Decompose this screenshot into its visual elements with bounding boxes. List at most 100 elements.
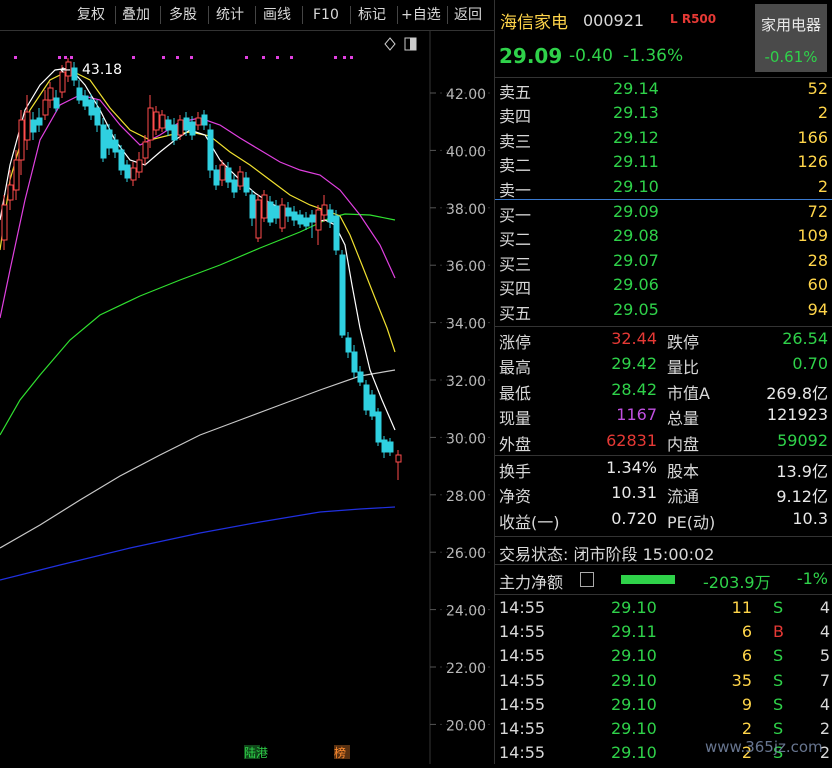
- stats2-value: 0.720: [611, 508, 657, 528]
- candle-down: [303, 217, 310, 227]
- trade-time: 14:55: [499, 694, 546, 714]
- trade-price: 29.10: [611, 670, 657, 690]
- stats1-value: 121923: [766, 405, 828, 425]
- signal-dot: [245, 56, 248, 59]
- signal-dot: [64, 56, 67, 59]
- sell-row[interactable]: 卖五 29.14 52: [495, 79, 832, 103]
- sell-row[interactable]: 卖一 29.10 2: [495, 177, 832, 201]
- sell-price: 29.14: [613, 79, 659, 98]
- candle-down: [71, 67, 78, 81]
- stats1-label: 涨停: [499, 333, 532, 352]
- divider: [495, 536, 832, 537]
- multi-stock-button[interactable]: 多股: [169, 5, 197, 25]
- toolbar-divider: [160, 6, 161, 24]
- trade-count: 7: [819, 670, 830, 690]
- stats1-value: 28.42: [611, 379, 657, 399]
- draw-line-button[interactable]: 画线: [263, 5, 291, 25]
- add-watchlist-button[interactable]: +自选: [401, 5, 441, 25]
- trade-count: 4: [819, 598, 830, 617]
- back-button[interactable]: 返回: [454, 5, 482, 25]
- divider: [495, 326, 832, 327]
- candle-down: [225, 167, 232, 183]
- candle-down: [189, 121, 196, 136]
- buy-price: 29.07: [613, 250, 659, 270]
- diamond-icon[interactable]: [384, 37, 396, 51]
- candle-down: [381, 439, 388, 453]
- fuquan-button[interactable]: 复权: [77, 5, 105, 25]
- high-arrow: ←: [60, 63, 71, 78]
- candle-down: [112, 139, 119, 153]
- trade-price: 29.10: [611, 598, 657, 617]
- buy-label: 买五: [499, 303, 532, 323]
- candle-up: [13, 159, 20, 191]
- divider: [495, 594, 832, 595]
- quote-panel: 海信家电 000921 L R500 29.09 -0.40 -1.36% 家用…: [495, 0, 832, 764]
- trade-qty: 2: [741, 719, 752, 738]
- candle-down: [309, 214, 316, 223]
- panel-toggle-icon[interactable]: [404, 37, 417, 51]
- stats2-value: 1.34%: [606, 458, 657, 477]
- main-flow-label: 主力净额: [499, 573, 564, 592]
- trade-price: 29.10: [611, 743, 657, 763]
- sector-box[interactable]: 家用电器 -0.61%: [755, 4, 827, 72]
- last-price: 29.09: [499, 44, 563, 68]
- stats1-row: 最高 29.42 量比 0.70: [495, 354, 832, 378]
- signal-dot: [190, 56, 193, 59]
- trade-qty: 11: [731, 598, 752, 617]
- toolbar-divider: [447, 6, 448, 24]
- candle-down: [94, 107, 101, 126]
- sell-row[interactable]: 卖二 29.11 126: [495, 152, 832, 176]
- trade-status: 交易状态: 闭市阶段 15:00:02: [495, 541, 832, 565]
- signal-dot: [162, 56, 165, 59]
- candle-down: [231, 179, 238, 193]
- sell-label: 卖一: [499, 180, 532, 200]
- candle-down: [243, 177, 250, 193]
- toolbar-divider: [350, 6, 351, 24]
- buy-row[interactable]: 买四 29.06 60: [495, 275, 832, 299]
- candle-down: [267, 201, 274, 223]
- candle-down: [339, 254, 346, 336]
- stats1-label: 现量: [499, 409, 532, 429]
- signal-dot: [334, 56, 337, 59]
- signal-dot: [262, 56, 265, 59]
- sell-row[interactable]: 卖三 29.12 166: [495, 128, 832, 152]
- sell-volume: 2: [817, 176, 828, 196]
- candle-down: [351, 351, 358, 373]
- mark-button[interactable]: 标记: [358, 5, 386, 25]
- statistics-button[interactable]: 统计: [216, 5, 244, 25]
- f10-button[interactable]: F10: [313, 5, 339, 25]
- candle-down: [106, 129, 113, 149]
- sell-label: 卖二: [499, 156, 532, 176]
- signal-dot: [70, 56, 73, 59]
- y-tick-label: 20.00: [446, 718, 486, 734]
- candle-down: [36, 117, 43, 126]
- main-flow-pct: -1%: [796, 569, 828, 588]
- stock-name[interactable]: 海信家电: [500, 8, 568, 33]
- trade-time: 14:55: [499, 646, 546, 666]
- trade-count: 2: [819, 719, 830, 738]
- sell-label: 卖五: [499, 83, 532, 102]
- buy-row[interactable]: 买二 29.08 109: [495, 226, 832, 250]
- sell-volume: 166: [797, 127, 828, 147]
- signal-dot: [14, 56, 17, 59]
- trade-side: S: [773, 670, 784, 690]
- y-tick-label: 34.00: [446, 317, 486, 333]
- overlay-button[interactable]: 叠加: [122, 5, 150, 25]
- signal-dot: [290, 56, 293, 59]
- buy-row[interactable]: 买五 29.05 94: [495, 300, 832, 324]
- sell-volume: 2: [817, 103, 828, 123]
- candlestick-chart[interactable]: 42.00 40.00 38.00 36.00 34.00 32.00 30.00 28.00…: [0, 31, 494, 764]
- ma120-line: [0, 369, 396, 549]
- stats2-value: 13.9亿: [776, 462, 828, 481]
- trade-time: 14:55: [499, 670, 546, 690]
- buy-volume: 94: [807, 299, 828, 319]
- sector-name: 家用电器: [760, 16, 821, 34]
- list-icon[interactable]: [580, 572, 594, 587]
- y-tick-label: 24.00: [446, 604, 486, 620]
- sell-row[interactable]: 卖四 29.13 2: [495, 103, 832, 127]
- buy-row[interactable]: 买三 29.07 28: [495, 251, 832, 275]
- buy-row[interactable]: 买一 29.09 72: [495, 202, 832, 226]
- trade-side: B: [773, 622, 784, 642]
- stats1-label: 市值A: [667, 383, 710, 403]
- main-flow-row[interactable]: 主力净额 -203.9万 -1%: [495, 569, 832, 593]
